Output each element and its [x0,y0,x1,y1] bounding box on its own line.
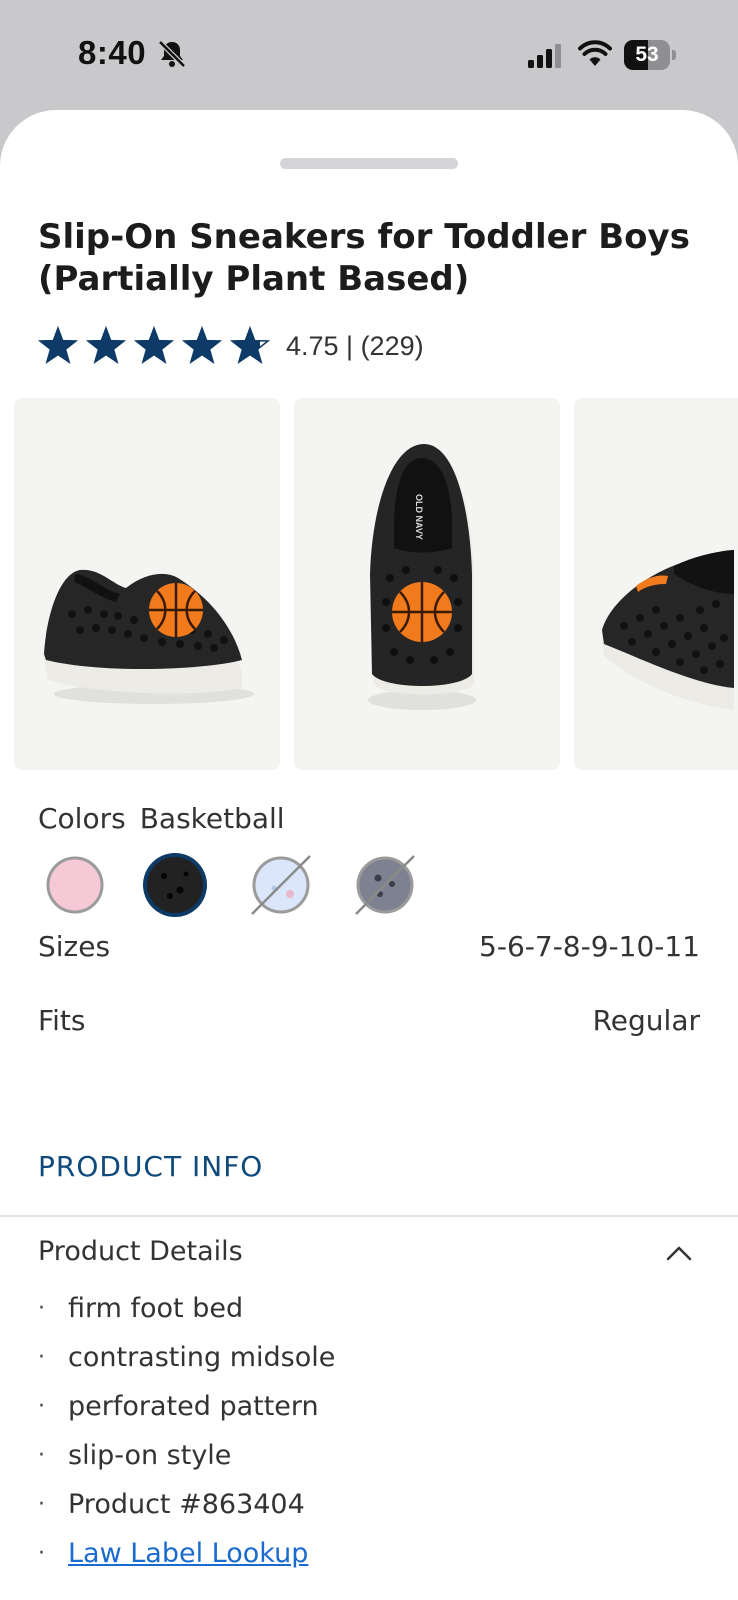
swatch-light-blue-circle [251,855,311,915]
fits-value: Regular [592,1004,700,1037]
detail-text: contrasting midsole [68,1342,336,1373]
colors-label: Colors [38,802,126,835]
product-info-heading: PRODUCT INFO [38,1150,264,1183]
law-label-lookup-link[interactable]: Law Label Lookup [68,1538,308,1569]
list-item: · firm foot bed [38,1293,244,1324]
star-icon [134,326,174,364]
product-details-list: · firm foot bed · contrasting midsole · per… [38,1284,700,1578]
product-details-title: Product Details [38,1236,243,1267]
status-time: 8:40 [78,34,147,71]
swatch-gray-unavailable[interactable] [350,850,420,920]
rating-row[interactable]: 4.75 | (229) [38,326,424,366]
detail-text: Product #863404 [68,1489,305,1520]
swatch-black-selected[interactable] [140,850,210,920]
star-icon [86,326,126,364]
swatch-pink[interactable] [40,850,110,920]
gallery-image-3[interactable] [574,398,738,770]
swatch-light-blue-unavailable[interactable] [246,850,316,920]
gallery-image-2[interactable]: OLD NAVY [294,398,560,770]
color-swatches [38,850,458,930]
list-item: · slip-on style [38,1440,232,1471]
detail-text: perforated pattern [68,1391,319,1422]
product-sheet: Slip-On Sneakers for Toddler Boys (Parti… [0,110,738,1600]
product-details-accordion-header[interactable]: Product Details [38,1232,700,1276]
list-item: · perforated pattern [38,1391,319,1422]
list-item: · contrasting midsole [38,1342,336,1373]
sizes-value: 5-6-7-8-9-10-11 [479,930,700,963]
shoe-partial-view-image [602,550,734,710]
shoe-top-view-image: OLD NAVY [368,444,476,710]
battery-level: 53 [635,43,659,66]
status-bar: 8:40 53 [0,0,738,110]
sizes-row[interactable]: Sizes 5-6-7-8-9-10-11 [38,930,700,970]
sheet-grabber-handle[interactable] [280,158,458,169]
swatch-pink-circle [46,856,104,914]
selected-color-name: Basketball [139,802,285,835]
shoe-side-view-image [44,569,254,704]
shoe-brand-print: OLD NAVY [414,494,424,540]
star-icon [38,326,78,364]
section-divider [0,1215,738,1217]
list-item: · Product #863404 [38,1489,305,1520]
star-icon [230,326,270,364]
image-gallery[interactable]: OLD NAVY [0,398,738,772]
colors-row: Colors Basketball [38,802,285,835]
product-title: Slip-On Sneakers for Toddler Boys (Parti… [38,217,690,299]
fits-row[interactable]: Fits Regular [38,1004,700,1044]
star-icon [182,326,222,364]
swatch-black-circle [143,853,207,917]
swatch-gray-circle [355,855,415,915]
list-item: · Law Label Lookup [38,1538,309,1569]
detail-text: firm foot bed [68,1293,244,1324]
gallery-image-1[interactable] [14,398,280,770]
fits-label: Fits [38,1004,86,1037]
rating-stars [38,326,278,366]
rating-text: 4.75 | (229) [286,330,424,361]
detail-text: slip-on style [68,1440,232,1471]
battery-icon: 53 [624,40,676,70]
cellular-signal-icon [528,44,561,68]
sizes-label: Sizes [38,930,111,963]
wifi-icon [578,40,612,66]
chevron-up-icon[interactable] [666,1244,692,1262]
bell-muted-icon [158,40,186,68]
